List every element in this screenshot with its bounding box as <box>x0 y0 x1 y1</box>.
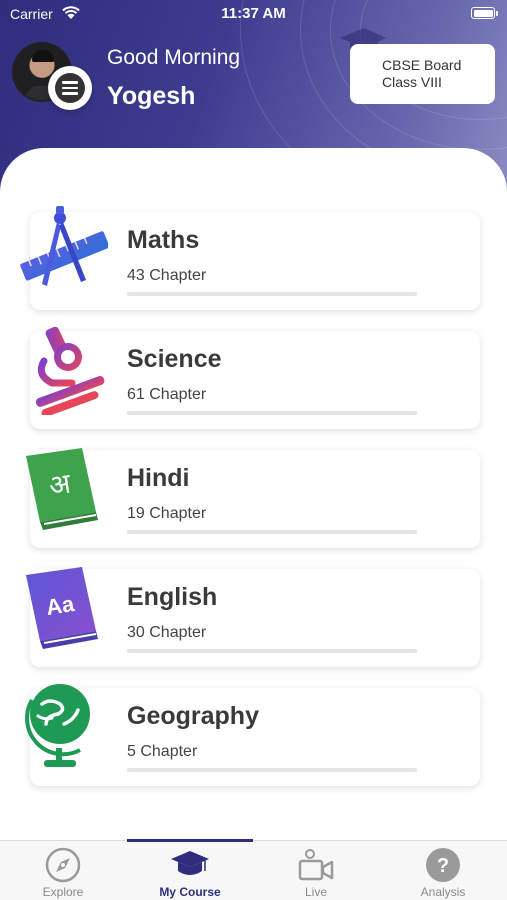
graduation-cap-icon <box>171 851 209 875</box>
progress-bar <box>127 292 417 296</box>
tab-label: Analysis <box>420 885 466 899</box>
course-card-hindi[interactable]: अ Hindi 19 Chapter <box>26 448 480 548</box>
menu-button[interactable] <box>48 66 92 110</box>
tab-label: Explore <box>42 885 84 899</box>
video-camera-icon <box>298 849 334 881</box>
progress-bar <box>127 649 417 653</box>
course-card-science[interactable]: Science 61 Chapter <box>30 326 480 429</box>
greeting-text: Good Morning <box>107 46 241 69</box>
svg-text:?: ? <box>437 855 449 877</box>
course-name: Science <box>127 345 222 373</box>
chapter-count: 61 Chapter <box>127 386 207 403</box>
tab-label: Live <box>304 885 327 899</box>
course-name: Hindi <box>127 464 190 492</box>
chapter-count: 43 Chapter <box>127 267 207 284</box>
course-card-maths[interactable]: Maths 43 Chapter <box>20 206 480 310</box>
english-book-icon: Aa <box>26 567 98 649</box>
progress-bar <box>127 768 417 772</box>
globe-icon <box>25 684 90 767</box>
class-name: Class VIII <box>382 74 442 90</box>
bottom-tab-bar: Explore My Course Live ? Analysis <box>0 839 507 900</box>
hindi-book-icon: अ <box>26 448 98 530</box>
compass-ruler-icon <box>20 206 108 286</box>
user-name: Yogesh <box>107 82 196 110</box>
question-mark-icon: ? <box>426 848 460 882</box>
tab-label: My Course <box>159 885 221 899</box>
english-glyph: Aa <box>44 591 76 620</box>
hamburger-icon <box>55 73 85 103</box>
course-name: Maths <box>127 226 200 254</box>
chapter-count: 19 Chapter <box>127 505 207 522</box>
tab-my-course[interactable]: My Course <box>127 841 253 900</box>
course-name: Geography <box>127 702 259 730</box>
progress-bar <box>127 530 417 534</box>
status-bar: Carrier 11:37 AM <box>0 0 507 28</box>
compass-icon <box>45 847 81 883</box>
tab-analysis[interactable]: ? Analysis <box>380 841 506 900</box>
clock: 11:37 AM <box>221 5 286 22</box>
chapter-count: 30 Chapter <box>127 624 207 641</box>
board-name: CBSE Board <box>382 57 462 73</box>
chapter-count: 5 Chapter <box>127 743 198 760</box>
course-name: English <box>127 583 218 611</box>
course-card-geography[interactable]: Geography 5 Chapter <box>25 684 480 786</box>
tab-live[interactable]: Live <box>253 841 379 900</box>
board-selector[interactable]: CBSE Board Class VIII <box>350 44 495 104</box>
tab-explore[interactable]: Explore <box>0 841 126 900</box>
progress-bar <box>127 411 417 415</box>
course-list: Maths 43 Chapter Science 61 Chapter अ Hi… <box>0 148 507 840</box>
battery-icon <box>471 7 498 19</box>
course-card-english[interactable]: Aa English 30 Chapter <box>26 567 480 667</box>
microscope-icon <box>35 326 105 415</box>
